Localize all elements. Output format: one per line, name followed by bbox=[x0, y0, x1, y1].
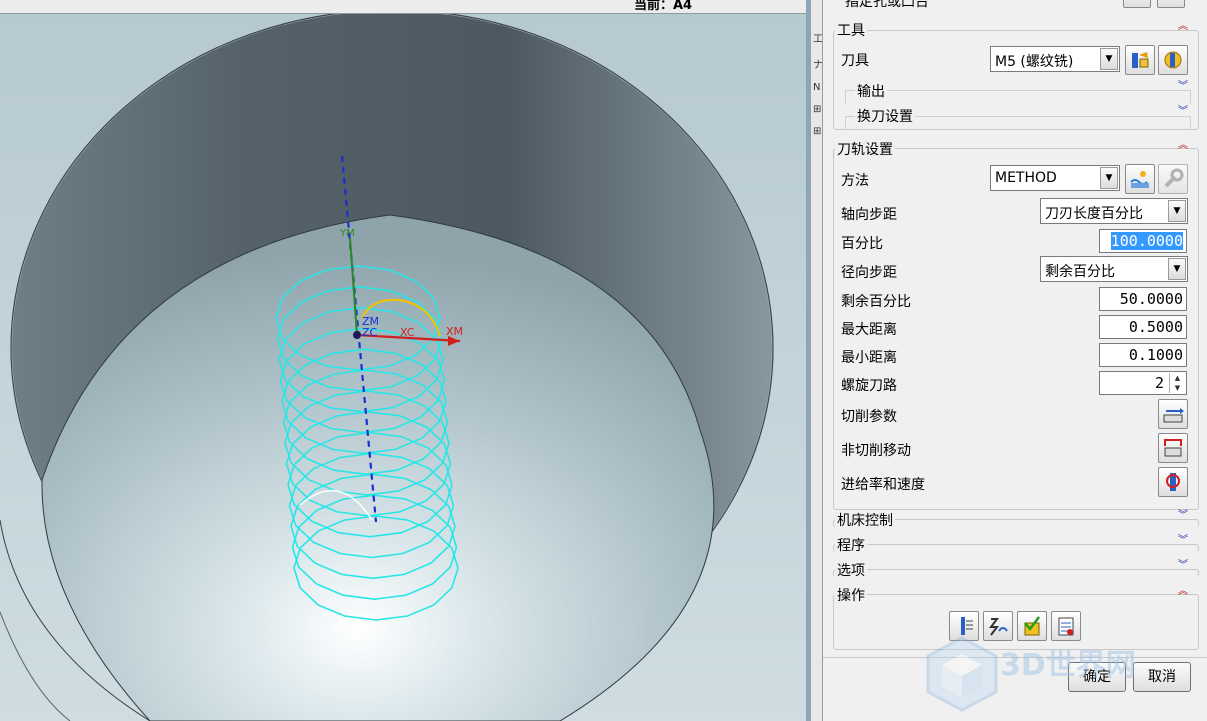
list-icon bbox=[1058, 617, 1074, 636]
tool-edit-icon bbox=[1132, 52, 1149, 68]
remaining-percent-label: 剩余百分比 bbox=[841, 294, 911, 310]
feeds-speeds-icon bbox=[1166, 473, 1180, 491]
method-icon bbox=[1130, 171, 1149, 188]
output-subgroup[interactable] bbox=[845, 90, 1191, 104]
collapse-actions-icon[interactable]: ︽ bbox=[1178, 587, 1188, 597]
tool-select[interactable]: M5 (螺纹铣) ▼ bbox=[990, 46, 1120, 72]
remaining-percent-value: 50.0000 bbox=[1119, 290, 1183, 308]
feeds-speeds-button[interactable] bbox=[1158, 467, 1188, 497]
percent-label: 百分比 bbox=[841, 236, 883, 252]
thread-milling-dialog: 指定孔或凸台 工具 ︽ 刀具 M5 (螺纹铣) ▼ 输出 ︾ 换刀设置 ︾ 刀轨… bbox=[822, 0, 1207, 721]
edit-method-button[interactable] bbox=[1125, 164, 1155, 194]
origin-point bbox=[353, 331, 361, 339]
percent-input[interactable]: 100.0000 bbox=[1099, 229, 1187, 253]
non-cut-label: 非切削移动 bbox=[841, 443, 911, 459]
axial-step-value: 刀刃长度百分比 bbox=[1045, 206, 1143, 222]
watermark-text: 3D世界网 bbox=[1000, 648, 1136, 683]
expand-program-icon[interactable]: ︾ bbox=[1178, 536, 1188, 546]
expand-options-icon[interactable]: ︾ bbox=[1178, 561, 1188, 571]
expand-tool-change-icon[interactable]: ︾ bbox=[1178, 107, 1188, 117]
min-distance-value: 0.1000 bbox=[1128, 346, 1183, 364]
tool-group-title: 工具 bbox=[835, 20, 867, 40]
edit-tool-button[interactable] bbox=[1125, 45, 1155, 75]
list-button[interactable] bbox=[1051, 611, 1081, 641]
wrench-icon bbox=[1164, 168, 1184, 188]
method-select-value: METHOD bbox=[995, 170, 1057, 186]
navigator-glyph: ⊞ bbox=[813, 104, 822, 115]
method-label: 方法 bbox=[841, 173, 869, 189]
output-label: 输出 bbox=[855, 81, 887, 101]
cad-scene: ZM ZC XC XM YM bbox=[0, 0, 806, 721]
non-cut-moves-icon bbox=[1164, 439, 1182, 457]
verify-button[interactable] bbox=[1017, 611, 1047, 641]
expand-machine-control-icon[interactable]: ︾ bbox=[1178, 511, 1188, 521]
tool-select-value: M5 (螺纹铣) bbox=[995, 54, 1074, 70]
max-distance-label: 最大距离 bbox=[841, 322, 897, 338]
display-geometry-button[interactable] bbox=[1157, 0, 1185, 8]
tool-label: 刀具 bbox=[841, 53, 869, 69]
xm-label: XM bbox=[446, 325, 463, 338]
min-distance-input[interactable]: 0.1000 bbox=[1099, 343, 1187, 367]
chevron-down-icon[interactable]: ▼ bbox=[1168, 258, 1186, 280]
path-settings-title: 刀轨设置 bbox=[835, 139, 895, 159]
tool-change-label: 换刀设置 bbox=[855, 106, 915, 126]
min-distance-label: 最小距离 bbox=[841, 350, 897, 366]
cut-params-icon bbox=[1163, 408, 1184, 423]
chevron-down-icon[interactable]: ▼ bbox=[1100, 48, 1118, 70]
navigator-glyph: N bbox=[813, 82, 821, 93]
watermark-logo bbox=[926, 636, 998, 712]
options-title: 选项 bbox=[835, 560, 867, 580]
axial-step-select[interactable]: 刀刃长度百分比 ▼ bbox=[1040, 198, 1188, 224]
cancel-button[interactable]: 取消 bbox=[1133, 662, 1191, 692]
cut-params-button[interactable] bbox=[1158, 399, 1188, 429]
radial-step-value: 剩余百分比 bbox=[1045, 264, 1115, 280]
method-select[interactable]: METHOD ▼ bbox=[990, 165, 1120, 191]
zc-label: ZC bbox=[362, 326, 378, 339]
program-group[interactable] bbox=[833, 544, 1199, 552]
expand-output-icon[interactable]: ︾ bbox=[1178, 82, 1188, 92]
remaining-percent-input[interactable]: 50.0000 bbox=[1099, 287, 1187, 311]
options-group[interactable] bbox=[833, 569, 1199, 577]
new-tool-icon bbox=[1164, 51, 1182, 69]
xc-label: XC bbox=[400, 326, 415, 339]
stepper-arrows-icon[interactable]: ▲ ▼ bbox=[1169, 373, 1185, 393]
helical-passes-label: 螺旋刀路 bbox=[841, 378, 897, 394]
helical-passes-value: 2 bbox=[1154, 374, 1164, 392]
percent-value: 100.0000 bbox=[1110, 232, 1183, 250]
graphics-viewport[interactable]: ZM ZC XC XM YM 当前：A4 bbox=[0, 0, 806, 721]
radial-step-select[interactable]: 剩余百分比 ▼ bbox=[1040, 256, 1188, 282]
program-title: 程序 bbox=[835, 535, 867, 555]
machine-control-title: 机床控制 bbox=[835, 510, 895, 530]
new-method-button[interactable] bbox=[1158, 164, 1188, 194]
hole-boss-label: 指定孔或凸台 bbox=[845, 0, 929, 10]
collapse-path-settings-icon[interactable]: ︽ bbox=[1178, 141, 1188, 151]
cut-params-label: 切削参数 bbox=[841, 409, 897, 425]
current-tool-label: 当前：A4 bbox=[634, 0, 693, 13]
axial-step-label: 轴向步距 bbox=[841, 207, 897, 223]
feeds-label: 进给率和速度 bbox=[841, 477, 925, 493]
actions-title: 操作 bbox=[835, 585, 867, 605]
chevron-down-icon[interactable]: ▼ bbox=[1100, 167, 1118, 189]
viewport-info-bar: 当前：A4 bbox=[0, 0, 806, 14]
select-geometry-button[interactable] bbox=[1123, 0, 1151, 8]
ym-label: YM bbox=[339, 228, 355, 239]
non-cut-moves-button[interactable] bbox=[1158, 433, 1188, 463]
collapse-tool-group-icon[interactable]: ︽ bbox=[1178, 22, 1188, 32]
helical-passes-stepper[interactable]: 2 ▲ ▼ bbox=[1099, 371, 1187, 395]
max-distance-input[interactable]: 0.5000 bbox=[1099, 315, 1187, 339]
radial-step-label: 径向步距 bbox=[841, 265, 897, 281]
navigator-glyph: ⊞ bbox=[813, 126, 822, 137]
chevron-down-icon[interactable]: ▼ bbox=[1168, 200, 1186, 222]
new-tool-button[interactable] bbox=[1158, 45, 1188, 75]
max-distance-value: 0.5000 bbox=[1128, 318, 1183, 336]
verify-icon bbox=[1024, 616, 1040, 636]
navigator-strip[interactable]: 工 ナ N ⊞ ⊞ bbox=[810, 0, 823, 721]
